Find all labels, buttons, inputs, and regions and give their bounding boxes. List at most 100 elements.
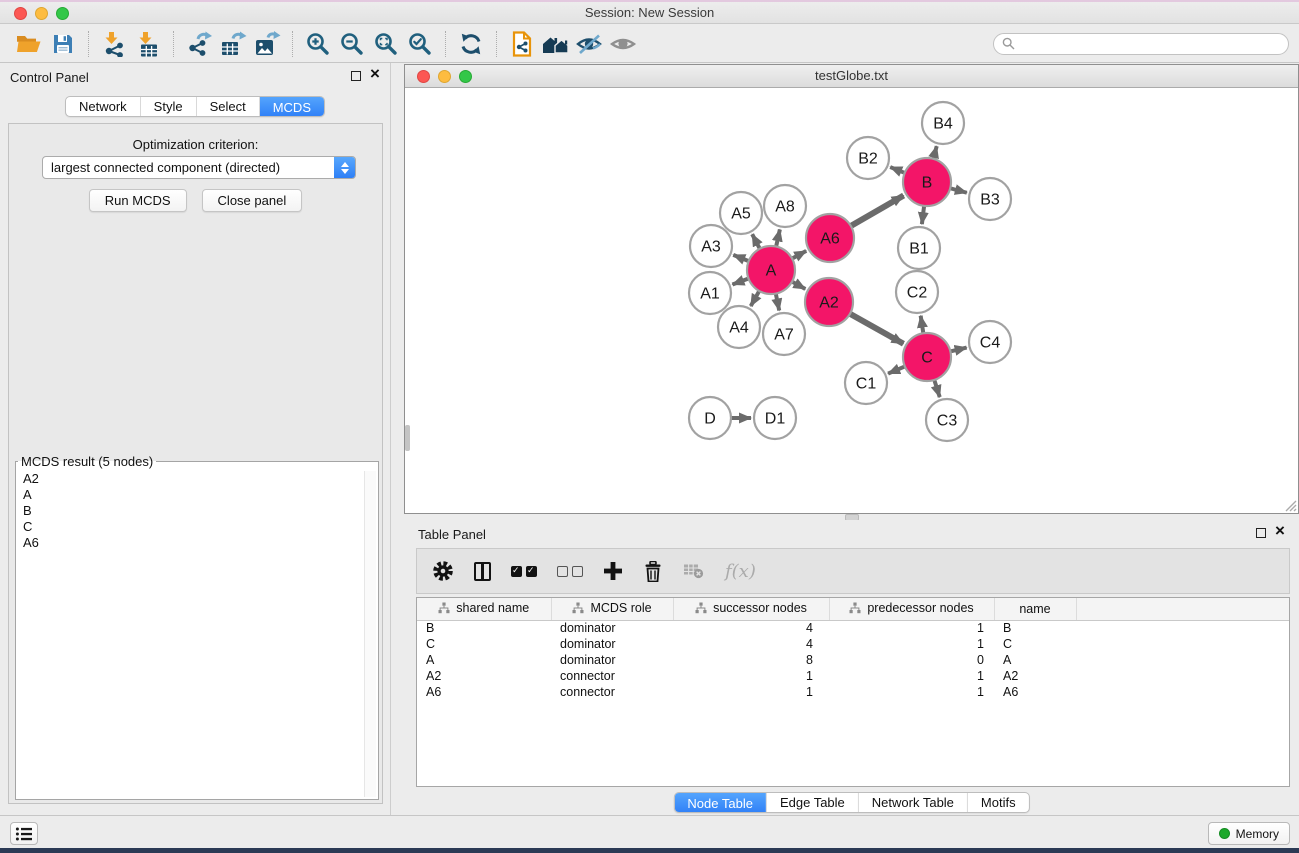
mcds-result-item[interactable]: C xyxy=(18,519,363,535)
table-row[interactable]: Adominator80A xyxy=(417,652,1289,668)
graph-node-A2[interactable]: A2 xyxy=(805,278,853,326)
delete-column-button[interactable] xyxy=(643,561,663,582)
refresh-layout-button[interactable] xyxy=(454,28,488,60)
graph-node-A8[interactable]: A8 xyxy=(764,185,806,227)
graph-node-B1[interactable]: B1 xyxy=(898,227,940,269)
graph-edge[interactable] xyxy=(751,291,760,306)
graph-edge[interactable] xyxy=(890,167,905,173)
graph-edge[interactable] xyxy=(850,314,904,344)
graph-node-B2[interactable]: B2 xyxy=(847,137,889,179)
graph-edge[interactable] xyxy=(851,195,904,226)
graph-node-C1[interactable]: C1 xyxy=(845,362,887,404)
graph-node-C4[interactable]: C4 xyxy=(969,321,1011,363)
graph-node-A3[interactable]: A3 xyxy=(690,225,732,267)
function-builder-button[interactable]: f(x) xyxy=(725,561,756,582)
mcds-result-item[interactable]: A2 xyxy=(18,471,363,487)
export-image-button[interactable] xyxy=(250,28,284,60)
table-cell[interactable]: B xyxy=(994,620,1076,636)
table-cell[interactable]: connector xyxy=(551,668,673,684)
mcds-result-item[interactable]: B xyxy=(18,503,363,519)
column-header-predecessor-nodes[interactable]: predecessor nodes xyxy=(829,598,994,620)
table-cell[interactable]: A2 xyxy=(994,668,1076,684)
table-cell[interactable]: A6 xyxy=(417,684,551,700)
graph-edge[interactable] xyxy=(776,294,779,311)
table-cell[interactable]: B xyxy=(417,620,551,636)
table-cell[interactable]: 4 xyxy=(673,636,829,652)
table-row[interactable]: Bdominator41B xyxy=(417,620,1289,636)
table-cell[interactable]: 0 xyxy=(829,652,994,668)
table-cell[interactable]: 1 xyxy=(829,684,994,700)
table-cell[interactable]: 1 xyxy=(829,636,994,652)
zoom-selected-button[interactable] xyxy=(403,28,437,60)
column-header-name[interactable]: name xyxy=(994,598,1076,620)
table-cell[interactable]: A2 xyxy=(417,668,551,684)
network-canvas[interactable]: AA1A2A3A4A5A6A7A8BB1B2B3B4CC1C2C3C4DD1 xyxy=(405,88,1298,513)
canvas-vertical-scrollbar[interactable] xyxy=(405,425,410,451)
resize-grip-icon[interactable] xyxy=(1283,498,1297,512)
graph-node-D1[interactable]: D1 xyxy=(754,397,796,439)
select-all-button[interactable] xyxy=(511,566,537,577)
table-cell[interactable]: connector xyxy=(551,684,673,700)
graph-edge[interactable] xyxy=(922,206,924,224)
network-close-button[interactable] xyxy=(417,70,430,83)
table-row[interactable]: Cdominator41C xyxy=(417,636,1289,652)
search-box[interactable] xyxy=(993,33,1289,55)
table-cell[interactable]: dominator xyxy=(551,620,673,636)
close-panel-icon[interactable] xyxy=(370,70,382,82)
tab-network[interactable]: Network xyxy=(66,97,140,116)
graph-edge[interactable] xyxy=(933,146,936,159)
graph-node-B[interactable]: B xyxy=(903,158,951,206)
table-cell[interactable]: A6 xyxy=(994,684,1076,700)
open-session-button[interactable] xyxy=(12,28,46,60)
add-column-button[interactable] xyxy=(603,561,623,581)
graph-node-A7[interactable]: A7 xyxy=(763,313,805,355)
graph-edge[interactable] xyxy=(921,316,924,334)
mcds-result-item[interactable]: A6 xyxy=(18,535,363,551)
graph-node-A4[interactable]: A4 xyxy=(718,306,760,348)
hide-selected-button[interactable] xyxy=(573,28,607,60)
import-table-button[interactable] xyxy=(131,28,165,60)
close-window-button[interactable] xyxy=(14,7,27,20)
tab-motifs[interactable]: Motifs xyxy=(967,793,1029,812)
graph-edge[interactable] xyxy=(888,366,905,373)
table-cell[interactable]: 1 xyxy=(829,668,994,684)
new-network-button[interactable] xyxy=(505,28,539,60)
import-network-button[interactable] xyxy=(97,28,131,60)
network-graph[interactable]: AA1A2A3A4A5A6A7A8BB1B2B3B4CC1C2C3C4DD1 xyxy=(405,88,1298,513)
graph-node-A[interactable]: A xyxy=(747,246,795,294)
zoom-window-button[interactable] xyxy=(56,7,69,20)
float-table-panel-icon[interactable] xyxy=(1256,528,1266,538)
minimize-window-button[interactable] xyxy=(35,7,48,20)
optimization-criterion-select[interactable]: largest connected component (directed) xyxy=(42,156,356,179)
graph-node-B4[interactable]: B4 xyxy=(922,102,964,144)
mcds-result-item[interactable]: A xyxy=(18,487,363,503)
table-cell[interactable]: C xyxy=(994,636,1076,652)
memory-button[interactable]: Memory xyxy=(1208,822,1290,845)
column-header-successor-nodes[interactable]: successor nodes xyxy=(673,598,829,620)
graph-node-C[interactable]: C xyxy=(903,333,951,381)
graph-node-B3[interactable]: B3 xyxy=(969,178,1011,220)
table-cell[interactable]: 1 xyxy=(829,620,994,636)
table-cell[interactable]: 1 xyxy=(673,684,829,700)
graph-edge[interactable] xyxy=(752,234,760,249)
mcds-result-list[interactable]: A2ABCA6 xyxy=(18,471,363,797)
graph-edge[interactable] xyxy=(732,278,748,284)
delete-table-button[interactable] xyxy=(683,563,705,579)
tab-style[interactable]: Style xyxy=(140,97,196,116)
graph-edge[interactable] xyxy=(950,348,966,352)
task-history-button[interactable] xyxy=(10,822,38,845)
tab-node-table[interactable]: Node Table xyxy=(674,792,766,813)
table-row[interactable]: A6connector11A6 xyxy=(417,684,1289,700)
tab-mcds[interactable]: MCDS xyxy=(259,96,324,117)
network-minimize-button[interactable] xyxy=(438,70,451,83)
graph-node-A5[interactable]: A5 xyxy=(720,192,762,234)
search-input[interactable] xyxy=(1020,37,1280,51)
close-panel-button[interactable]: Close panel xyxy=(202,189,303,212)
network-zoom-button[interactable] xyxy=(459,70,472,83)
result-scrollbar[interactable] xyxy=(364,471,376,797)
show-all-nodes-button[interactable] xyxy=(539,28,573,60)
export-table-button[interactable] xyxy=(216,28,250,60)
close-table-panel-icon[interactable] xyxy=(1275,527,1287,539)
table-cell[interactable]: A xyxy=(994,652,1076,668)
graph-edge[interactable] xyxy=(792,251,806,259)
